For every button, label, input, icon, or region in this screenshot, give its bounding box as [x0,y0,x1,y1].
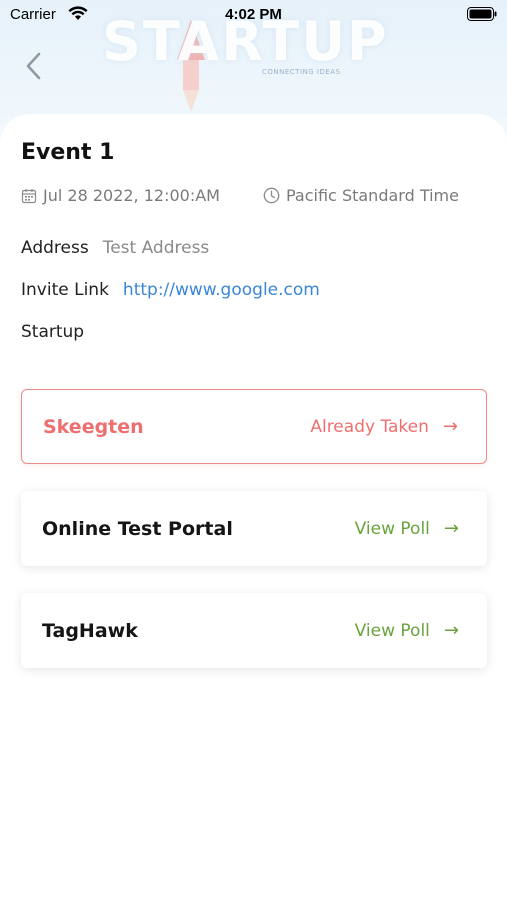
arrow-right-icon: → [443,620,459,641]
poll-action-label: View Poll [354,518,430,539]
battery-icon [467,7,497,21]
poll-title: Skeegten [43,415,144,438]
clock-icon [263,187,280,204]
view-poll-button[interactable]: View Poll → [355,620,459,641]
event-detail-screen: STARTUP CONNECTING IDEAS Carrier 4:02 PM… [0,0,507,900]
poll-card-skeegten[interactable]: Skeegten Already Taken → [21,389,487,464]
arrow-right-icon: → [443,518,459,539]
event-date-text: Jul 28 2022, 12:00:AM [43,186,220,205]
poll-title: TagHawk [42,619,138,642]
event-detail-sheet: Event 1 Jul 28 2022, 12:00:AM Pacific St… [0,114,507,900]
poll-action-label: Already Taken [310,416,429,437]
event-category-row: Startup [21,322,84,342]
address-label: Address [21,238,89,258]
event-timezone-text: Pacific Standard Time [286,186,459,205]
view-poll-button[interactable]: View Poll → [355,518,459,539]
event-category: Startup [21,322,85,342]
event-date: Jul 28 2022, 12:00:AM [21,186,220,205]
status-bar: Carrier 4:02 PM [0,0,507,30]
event-title: Event 1 [21,140,115,165]
invite-link[interactable]: http://www.google.com [123,280,320,300]
address-row: Address Test Address [21,238,209,258]
poll-card-online-test-portal[interactable]: Online Test Portal View Poll → [21,491,487,566]
address-value: Test Address [102,238,210,258]
invite-link-label: Invite Link [21,280,109,300]
invite-link-row: Invite Link http://www.google.com [21,280,320,300]
event-timezone: Pacific Standard Time [263,186,459,205]
status-time: 4:02 PM [225,6,282,23]
arrow-right-icon: → [442,416,458,437]
back-button[interactable] [18,50,48,82]
poll-title: Online Test Portal [42,517,233,540]
banner-tagline: CONNECTING IDEAS [262,68,341,76]
chevron-left-icon [26,52,41,80]
poll-action-label: View Poll [354,620,430,641]
event-meta-row: Jul 28 2022, 12:00:AM Pacific Standard T… [21,186,491,208]
poll-card-taghawk[interactable]: TagHawk View Poll → [21,593,487,668]
poll-action: Already Taken → [310,416,458,437]
calendar-icon [21,188,37,203]
